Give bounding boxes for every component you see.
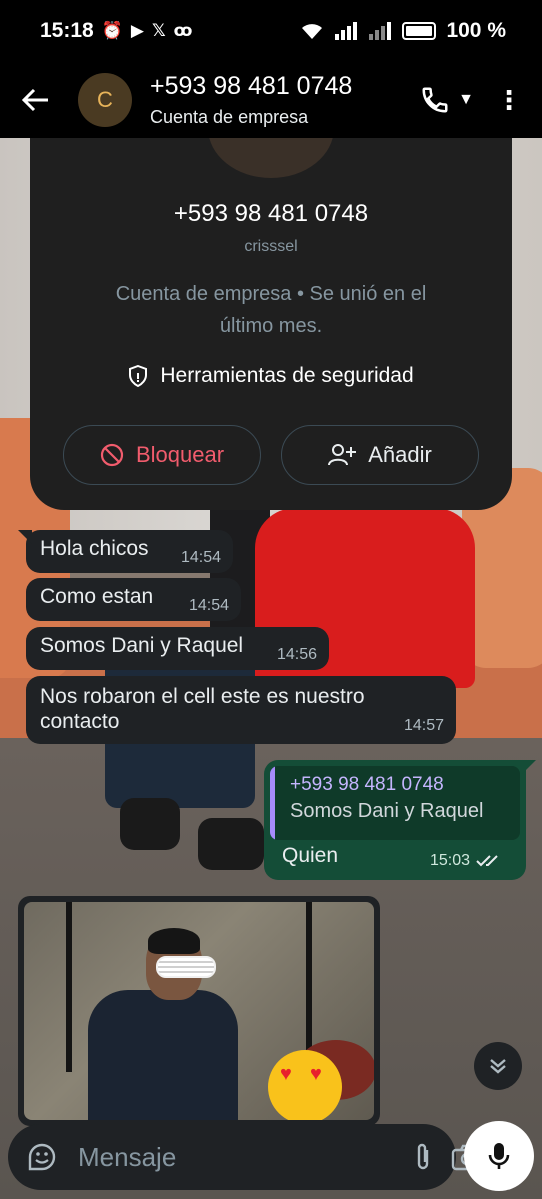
card-description: Cuenta de empresa • Se unió en el último… <box>115 283 427 337</box>
scroll-to-bottom-button[interactable] <box>474 1042 522 1090</box>
shield-icon <box>129 365 148 387</box>
voice-message-button[interactable] <box>464 1121 534 1191</box>
card-name: crisssel <box>244 238 298 255</box>
message-time: 15:03 <box>429 852 470 869</box>
incoming-message[interactable]: Como estan 14:54 <box>26 578 241 621</box>
paperclip-icon <box>417 1143 429 1170</box>
photo[interactable]: ♥ ♥ <box>24 902 374 1120</box>
call-options-dropdown[interactable]: ▼ <box>458 78 474 122</box>
block-icon <box>100 443 124 467</box>
x-icon: 𝕏 <box>151 21 166 40</box>
add-contact-button[interactable]: Añadir <box>281 425 479 485</box>
sticker-icon <box>28 1143 56 1171</box>
arrow-left-icon <box>22 88 48 112</box>
chat-header: C +593 98 481 0748 Cuenta de empresa ▼ ⋮ <box>0 62 542 138</box>
quoted-sender: +593 98 481 0748 <box>290 774 444 795</box>
card-phone: +593 98 481 0748 <box>173 200 369 227</box>
message-input[interactable] <box>78 1141 413 1173</box>
contact-subtitle: Cuenta de empresa <box>150 107 309 127</box>
wifi-icon <box>302 24 323 39</box>
incoming-message[interactable]: Nos robaron el cell este es nuestro cont… <box>26 676 456 744</box>
quoted-text: Somos Dani y Raquel <box>290 800 484 822</box>
message-time: 14:56 <box>276 646 317 663</box>
more-vertical-icon: ⋮ <box>496 84 522 115</box>
more-options-button[interactable]: ⋮ <box>496 78 522 122</box>
emoji-button[interactable] <box>26 1140 58 1174</box>
status-bar: 15:18 ⏰ ▶ 𝕏 ꝏ 100 % <box>0 0 542 62</box>
alarm-icon: ⏰ <box>101 21 123 40</box>
status-time: 15:18 <box>40 19 94 42</box>
card-avatar <box>208 138 334 178</box>
message-text: Nos robaron el cell este es nuestro cont… <box>40 685 365 733</box>
message-text: Somos Dani y Raquel <box>40 634 244 657</box>
double-chevron-down-icon <box>490 1059 506 1074</box>
message-time: 14:54 <box>180 549 221 566</box>
signal-icon <box>369 22 392 40</box>
heart-eyes-emoji-icon: ♥ ♥ <box>268 1050 342 1120</box>
call-button[interactable] <box>420 78 450 122</box>
message-text: Hola chicos <box>40 537 149 560</box>
back-button[interactable] <box>0 62 72 138</box>
youtube-icon: ▶ <box>130 21 144 40</box>
block-label: Bloquear <box>135 442 225 467</box>
add-label: Añadir <box>368 442 432 467</box>
security-tools-label: Herramientas de seguridad <box>160 364 414 387</box>
contact-title: +593 98 481 0748 <box>150 72 353 100</box>
microphone-icon <box>488 1143 510 1169</box>
voicemail-icon: ꝏ <box>173 21 193 40</box>
contact-avatar[interactable]: C <box>78 73 132 127</box>
incoming-message[interactable]: Somos Dani y Raquel 14:56 <box>26 627 329 670</box>
message-time: 14:57 <box>403 717 444 734</box>
quoted-message[interactable]: +593 98 481 0748 Somos Dani y Raquel <box>270 766 520 840</box>
signal-icon <box>335 22 358 40</box>
block-button[interactable]: Bloquear <box>63 425 261 485</box>
phone-icon <box>422 87 448 113</box>
glasses-sticker <box>156 956 216 978</box>
contact-info[interactable]: +593 98 481 0748 Cuenta de empresa <box>150 72 352 128</box>
caret-down-icon: ▼ <box>458 91 474 108</box>
incoming-message[interactable]: Hola chicos 14:54 <box>18 530 233 573</box>
message-text: Quien <box>282 844 339 867</box>
message-text: Como estan <box>40 585 154 608</box>
message-time: 14:54 <box>188 597 229 614</box>
outgoing-message[interactable]: +593 98 481 0748 Somos Dani y Raquel Qui… <box>264 760 536 880</box>
business-contact-card: +593 98 481 0748 crisssel Cuenta de empr… <box>30 138 512 510</box>
double-check-icon <box>476 855 498 867</box>
add-user-icon <box>328 444 357 466</box>
security-tools-link[interactable]: Herramientas de seguridad <box>30 364 512 388</box>
battery-level: 100 % <box>446 19 506 42</box>
image-message[interactable]: ♥ ♥ <box>18 896 380 1126</box>
message-composer <box>8 1124 483 1190</box>
attach-button[interactable] <box>413 1135 433 1179</box>
battery-icon <box>402 22 437 40</box>
